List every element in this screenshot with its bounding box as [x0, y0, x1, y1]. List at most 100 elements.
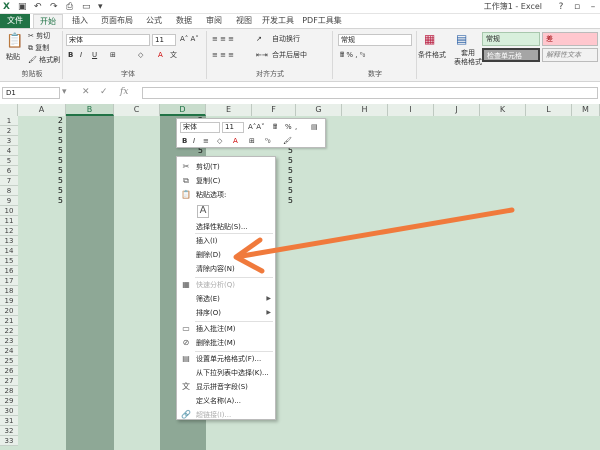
save-icon[interactable]: ▣	[18, 1, 27, 13]
help-icon[interactable]: ?	[554, 0, 568, 14]
menu-item-1[interactable]: ✂ 剪切(T)	[177, 161, 275, 173]
style-bad[interactable]: 差	[542, 32, 598, 46]
column-header-c[interactable]: C	[114, 104, 160, 116]
menu-item-3[interactable]: 📋 粘贴选项:	[177, 189, 275, 201]
fill-color-icon[interactable]: ◇	[138, 51, 143, 60]
column-header-e[interactable]: E	[206, 104, 252, 116]
minimize-icon[interactable]: –	[586, 0, 600, 14]
underline-icon[interactable]: U	[92, 51, 97, 60]
tab-page-layout[interactable]: 页面布局	[97, 14, 137, 28]
wrap-text-button[interactable]: 自动换行	[272, 35, 300, 44]
conditional-format-icon[interactable]: ▦	[424, 32, 435, 46]
row-header[interactable]: 26	[0, 366, 18, 376]
name-box[interactable]: D1	[2, 87, 60, 99]
menu-item-2[interactable]: ⧉ 复制(C)	[177, 175, 275, 187]
row-header[interactable]: 33	[0, 436, 18, 446]
border-icon[interactable]: ⊞	[249, 136, 255, 146]
menu-item-7[interactable]: 删除(D)	[177, 249, 275, 261]
bold-icon[interactable]: B	[182, 136, 187, 146]
font-name-select[interactable]: 宋体	[66, 34, 150, 46]
row-header[interactable]: 14	[0, 246, 18, 256]
row-header[interactable]: 16	[0, 266, 18, 276]
enter-icon[interactable]: ✓	[100, 86, 108, 98]
row-header[interactable]: 29	[0, 396, 18, 406]
column-header-h[interactable]: H	[342, 104, 388, 116]
italic-icon[interactable]: I	[193, 136, 195, 146]
table-format-icon[interactable]: ▤	[456, 32, 467, 46]
menu-item-5[interactable]: 选择性粘贴(S)...	[177, 221, 275, 233]
row-header[interactable]: 18	[0, 286, 18, 296]
merge-center-button[interactable]: 合并后居中	[272, 51, 307, 60]
column-header-m[interactable]: M	[572, 104, 600, 116]
column-header-b[interactable]: B	[66, 104, 114, 116]
row-header[interactable]: 5	[0, 156, 18, 166]
align-center-icon[interactable]: ≡	[203, 136, 209, 146]
border-icon[interactable]: ⊞	[110, 51, 116, 60]
currency-icon[interactable]: 🖩 % , ⁰₀	[340, 51, 365, 60]
column-header-j[interactable]: J	[434, 104, 480, 116]
cell-a5[interactable]: 5	[18, 156, 63, 166]
menu-item-6[interactable]: 插入(I)	[177, 235, 275, 247]
menu-item-16[interactable]: 文显示拼音字段(S)	[177, 381, 275, 393]
phonetic-icon[interactable]: 文	[170, 51, 177, 60]
worksheet-grid[interactable]: A B C D E F G H I J K L M 1 2 3 4 5 6 7 8 9 10 11 12 13 14 15 16 17 18…	[0, 104, 600, 450]
row-header[interactable]: 6	[0, 166, 18, 176]
row-header[interactable]: 11	[0, 216, 18, 226]
column-header-k[interactable]: K	[480, 104, 526, 116]
brush-icon[interactable]: 🖌	[283, 136, 292, 146]
row-header[interactable]: 8	[0, 186, 18, 196]
format-icon[interactable]: ▤	[311, 122, 318, 132]
italic-icon[interactable]: I	[80, 51, 82, 60]
tab-insert[interactable]: 插入	[67, 14, 93, 28]
row-header[interactable]: 17	[0, 276, 18, 286]
row-header[interactable]: 30	[0, 406, 18, 416]
row-header[interactable]: 12	[0, 226, 18, 236]
cell-a9[interactable]: 5	[18, 196, 63, 206]
table-format-button[interactable]: 套用 表格格式	[454, 49, 482, 67]
row-header[interactable]: 2	[0, 126, 18, 136]
cell-a3[interactable]: 5	[18, 136, 63, 146]
row-header[interactable]: 24	[0, 346, 18, 356]
cell-a4[interactable]: 5	[18, 146, 63, 156]
bold-icon[interactable]: B	[68, 51, 73, 60]
tab-formulas[interactable]: 公式	[141, 14, 167, 28]
menu-item-8[interactable]: 清除内容(N)	[177, 263, 275, 275]
style-check-cell[interactable]: 检查单元格	[482, 48, 540, 62]
mini-font-select[interactable]: 宋体	[180, 122, 220, 133]
menu-item-4[interactable]: A	[177, 202, 275, 220]
column-header-a[interactable]: A	[18, 104, 66, 116]
print-preview-icon[interactable]: ⎙	[66, 1, 73, 13]
row-header[interactable]: 23	[0, 336, 18, 346]
percent-button[interactable]: %	[285, 122, 292, 132]
ribbon-display-icon[interactable]: ▫	[570, 0, 584, 14]
column-header-l[interactable]: L	[526, 104, 572, 116]
currency-icon[interactable]: 🖩	[273, 122, 277, 132]
column-header-f[interactable]: F	[252, 104, 296, 116]
row-header[interactable]: 1	[0, 116, 18, 126]
tab-view[interactable]: 视图	[231, 14, 257, 28]
format-painter-button[interactable]: 🖌 格式刷	[28, 56, 60, 65]
grow-font-icon[interactable]: A˄ A˅	[180, 35, 199, 44]
select-all-corner[interactable]	[0, 104, 18, 116]
column-header-i[interactable]: I	[388, 104, 434, 116]
number-format-select[interactable]: 常规	[338, 34, 412, 46]
font-color-icon[interactable]: A	[233, 136, 238, 146]
column-header-g[interactable]: G	[296, 104, 342, 116]
row-header[interactable]: 19	[0, 296, 18, 306]
menu-item-15[interactable]: 从下拉列表中选择(K)...	[177, 367, 275, 379]
paste-icon[interactable]: 📋	[6, 33, 23, 49]
cell-a2[interactable]: 5	[18, 126, 63, 136]
insert-function-icon[interactable]: fx	[120, 86, 128, 98]
cancel-icon[interactable]: ✕	[82, 86, 90, 98]
paste-button[interactable]: 粘贴	[6, 53, 20, 62]
mini-size-select[interactable]: 11	[222, 122, 244, 133]
grow-font-icon[interactable]: A˄A˅	[248, 122, 265, 132]
conditional-format-button[interactable]: 条件格式	[418, 51, 446, 60]
style-normal[interactable]: 常规	[482, 32, 540, 46]
row-header[interactable]: 27	[0, 376, 18, 386]
menu-item-11[interactable]: 排序(O) ▶	[177, 307, 275, 319]
align-left-icon[interactable]: ≡ ≡ ≡	[212, 51, 234, 60]
redo-icon[interactable]: ↷	[50, 1, 58, 13]
row-header[interactable]: 28	[0, 386, 18, 396]
row-header[interactable]: 20	[0, 306, 18, 316]
